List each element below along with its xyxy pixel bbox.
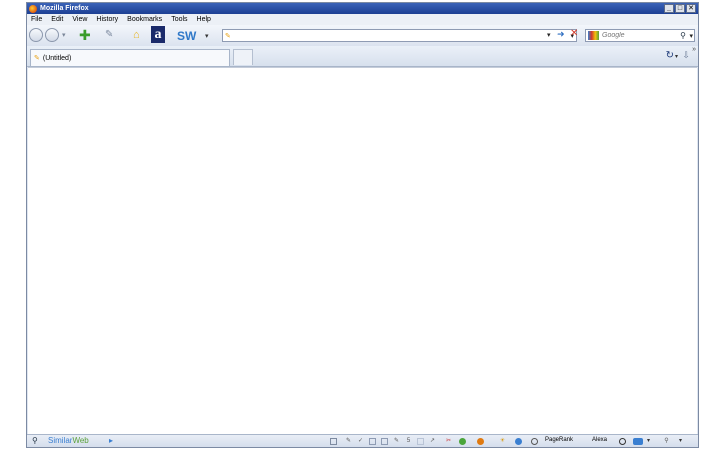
zoom-icon[interactable]: ⚲ [663, 438, 670, 445]
tab-bar: ✎ (Untitled) ↻ ▾ ⇩ » [27, 46, 698, 67]
similarweb-arrow-icon[interactable]: ▸ [109, 436, 113, 445]
edit-icon[interactable]: ✎ [393, 438, 400, 445]
forward-icon[interactable] [45, 28, 59, 42]
green-dot-icon[interactable] [459, 438, 466, 445]
minimize-button[interactable]: _ [664, 4, 674, 13]
check-icon[interactable]: ✓ [357, 438, 364, 445]
page-content[interactable] [28, 67, 697, 435]
tools-icon[interactable]: ✎ [105, 29, 113, 40]
similarweb-label-similar: Similar [48, 436, 73, 445]
window-title: Mozilla Firefox [40, 5, 89, 12]
google-icon[interactable] [588, 31, 599, 40]
search-bar[interactable]: ⚲ ▾ [585, 29, 695, 42]
toolbar-overflow-icon[interactable]: » [692, 46, 696, 53]
menu-bookmarks[interactable]: Bookmarks [127, 16, 162, 23]
amazon-a-button[interactable]: a [151, 26, 165, 43]
status-bar: ⚲ SimilarWeb ▸ ✎ ✓ ✎ 5 ↗ ✂ ☀ PageRank Al… [27, 434, 698, 447]
similarweb-label-web: Web [72, 436, 89, 445]
reload-icon[interactable]: ↻ [666, 50, 674, 61]
menu-bar: File Edit View History Bookmarks Tools H… [27, 14, 698, 25]
go-icon[interactable]: ➜ [557, 29, 565, 40]
history-dropdown-icon[interactable]: ▾ [62, 31, 66, 39]
sw-dropdown-icon[interactable]: ▾ [205, 32, 209, 40]
home-icon[interactable]: ⌂ [133, 29, 140, 41]
close-button[interactable]: ✕ [686, 4, 696, 13]
menu-file[interactable]: File [31, 16, 42, 23]
blue-globe-icon[interactable] [515, 438, 522, 445]
tab-label: (Untitled) [42, 54, 72, 62]
tab-favicon-icon: ✎ [34, 55, 40, 62]
magnifier-icon[interactable]: ⚲ [680, 31, 686, 40]
menu-help[interactable]: Help [197, 16, 211, 23]
reload-dropdown-icon[interactable]: ▾ [675, 53, 678, 60]
back-icon[interactable] [29, 28, 43, 42]
url-input[interactable] [235, 30, 555, 41]
menu-view[interactable]: View [72, 16, 87, 23]
sun-icon[interactable]: ☀ [499, 438, 506, 445]
pagerank-label[interactable]: PageRank [545, 437, 573, 443]
url-history-icon[interactable]: ▾ [547, 31, 551, 39]
browser-window: Mozilla Firefox _ □ ✕ File Edit View His… [26, 2, 699, 448]
download-icon[interactable]: ⇩ [682, 50, 690, 61]
sw-badge-icon[interactable] [633, 438, 643, 445]
url-bar[interactable]: ✎ ▾ [222, 29, 577, 42]
similarweb-status-button[interactable]: SimilarWeb [48, 436, 89, 445]
save-icon[interactable] [381, 438, 388, 445]
circle-icon[interactable] [531, 438, 538, 445]
add-icon[interactable]: ✚ [79, 27, 91, 44]
blank-icon[interactable] [417, 438, 424, 445]
form-icon[interactable] [369, 438, 376, 445]
status-search-icon[interactable]: ⚲ [32, 436, 38, 445]
window-controls: _ □ ✕ [664, 4, 696, 13]
menu-edit[interactable]: Edit [51, 16, 63, 23]
maximize-button[interactable]: □ [675, 4, 685, 13]
menu-history[interactable]: History [96, 16, 118, 23]
number-icon[interactable]: 5 [405, 438, 412, 445]
search-dropdown-icon[interactable]: ▾ [689, 32, 693, 40]
similarweb-sw-button[interactable]: SW [177, 29, 196, 43]
pencil-icon[interactable]: ✎ [345, 438, 352, 445]
target-icon[interactable] [619, 438, 626, 445]
tab-untitled[interactable]: ✎ (Untitled) [30, 49, 230, 66]
navigation-toolbar: ▾ ✚ ✎ ⌂ a SW ▾ ✎ ▾ ⚲ ▾ ▾ ➜ ✕ [27, 25, 698, 47]
menu-tools[interactable]: Tools [171, 16, 187, 23]
zoom-dropdown-icon[interactable]: ▾ [677, 438, 684, 445]
alexa-label[interactable]: Alexa [592, 437, 607, 443]
title-bar: Mozilla Firefox _ □ ✕ [27, 3, 698, 14]
badge-dropdown-icon[interactable]: ▾ [645, 438, 652, 445]
scissors-icon[interactable]: ✂ [445, 438, 452, 445]
stop-icon[interactable]: ✕ [570, 28, 578, 39]
link-icon[interactable]: ↗ [429, 438, 436, 445]
firefox-logo-icon [29, 4, 37, 13]
new-tab-button[interactable] [233, 49, 253, 65]
page-favicon-icon: ✎ [225, 33, 231, 40]
page-icon[interactable] [330, 438, 337, 445]
orange-globe-icon[interactable] [477, 438, 484, 445]
search-input[interactable] [602, 30, 674, 41]
